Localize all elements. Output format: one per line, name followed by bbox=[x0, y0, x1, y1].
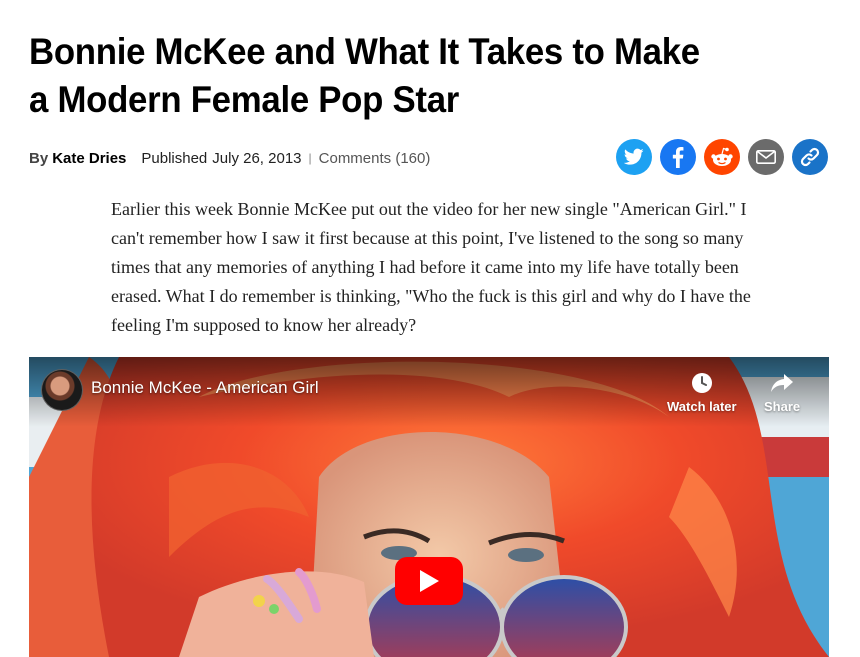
watch-later-label: Watch later bbox=[667, 399, 737, 414]
by-label: By bbox=[29, 149, 49, 167]
video-share-label: Share bbox=[764, 399, 801, 414]
play-icon bbox=[420, 570, 439, 592]
facebook-icon bbox=[672, 146, 684, 168]
comments-link[interactable]: Comments (160) bbox=[319, 150, 431, 167]
watch-later-button[interactable]: Watch later bbox=[667, 370, 737, 414]
link-icon bbox=[800, 147, 820, 167]
video-share-button[interactable]: Share bbox=[764, 370, 800, 414]
byline-separator: | bbox=[308, 151, 312, 165]
author-link[interactable]: Kate Dries bbox=[52, 150, 126, 167]
video-embed[interactable]: Bonnie McKee - American Girl Watch later… bbox=[29, 357, 829, 657]
twitter-icon bbox=[624, 148, 644, 165]
share-arrow-icon bbox=[771, 374, 794, 392]
share-buttons bbox=[616, 139, 828, 175]
published-date: July 26, 2013 bbox=[212, 149, 302, 167]
play-button[interactable] bbox=[395, 557, 463, 605]
article-title: Bonnie McKee and What It Takes to Make a… bbox=[29, 31, 700, 120]
published-label: Published bbox=[141, 149, 208, 167]
share-twitter-button[interactable] bbox=[616, 139, 652, 175]
byline: By Kate Dries Published July 26, 2013 | … bbox=[29, 146, 430, 170]
channel-avatar[interactable] bbox=[41, 369, 83, 411]
reddit-icon bbox=[711, 147, 733, 166]
share-email-button[interactable] bbox=[748, 139, 784, 175]
email-icon bbox=[756, 150, 776, 164]
share-reddit-button[interactable] bbox=[704, 139, 740, 175]
video-title[interactable]: Bonnie McKee - American Girl bbox=[91, 378, 319, 398]
article-body-paragraph: Earlier this week Bonnie McKee put out t… bbox=[111, 199, 751, 335]
clock-icon bbox=[691, 373, 712, 393]
copy-link-button[interactable] bbox=[792, 139, 828, 175]
share-facebook-button[interactable] bbox=[660, 139, 696, 175]
